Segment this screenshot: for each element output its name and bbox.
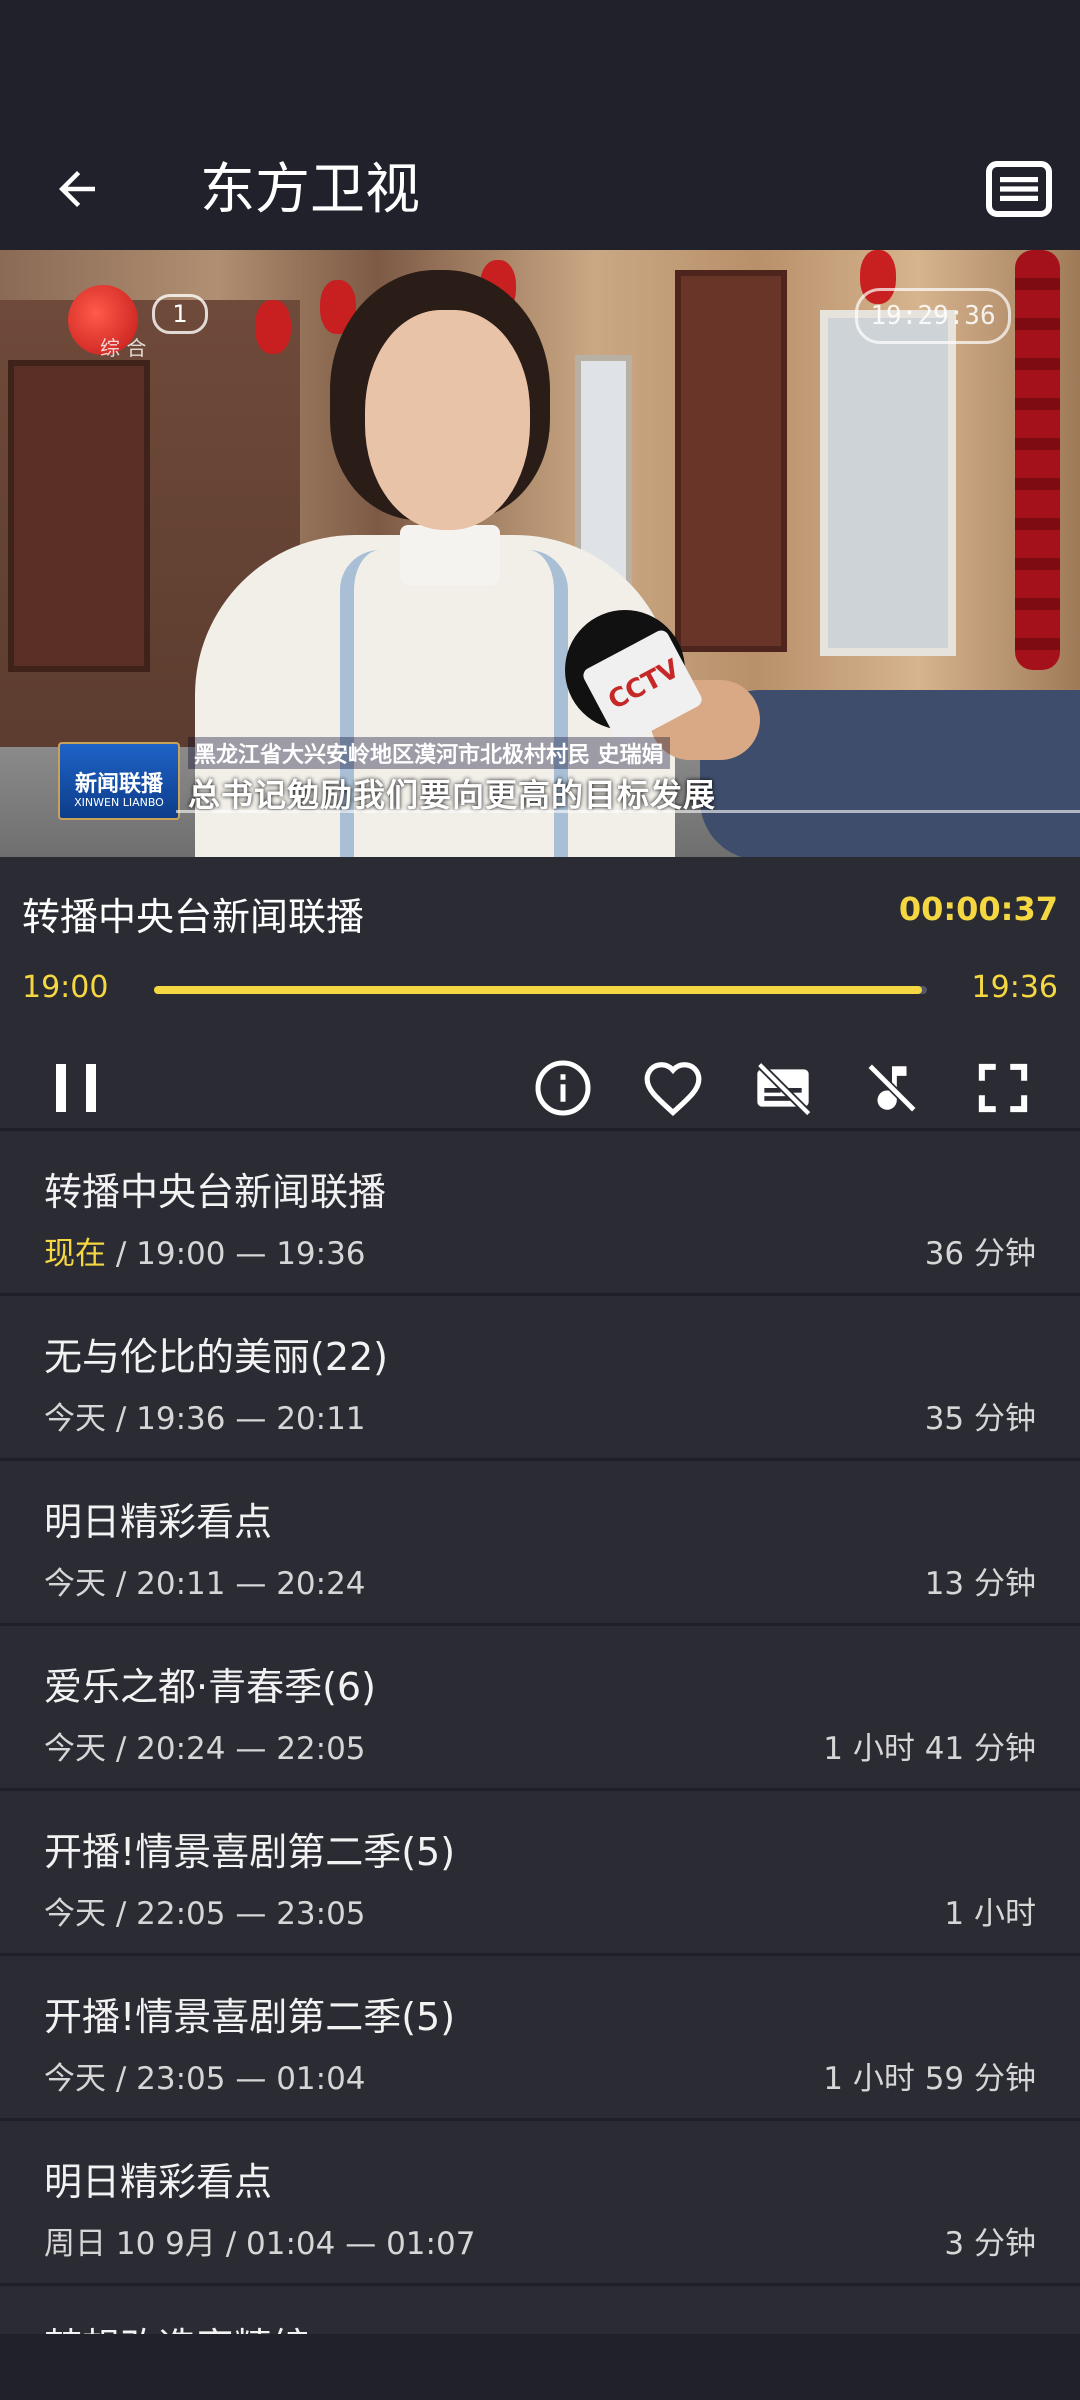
page-title: 东方卫视 [200, 157, 421, 221]
music-off-icon [867, 1063, 917, 1113]
list-item[interactable]: 明日精彩看点 周日 10 9月 / 01:04 — 01:07 3 分钟 [0, 2121, 1080, 2286]
program-duration: 3 分钟 [944, 2226, 1036, 2262]
info-icon [535, 1060, 591, 1116]
fullscreen-icon [978, 1063, 1028, 1113]
video-clock: 19:29:36 [855, 288, 1011, 344]
program-time: 周日 10 9月 / 01:04 — 01:07 [44, 2226, 476, 2262]
progress-bar[interactable] [154, 986, 927, 994]
audio-track-button[interactable] [844, 1040, 940, 1136]
status-bar [0, 0, 1080, 128]
subtitles-off-icon [756, 1061, 812, 1116]
list-item[interactable]: 无与伦比的美丽(22) 今天 / 19:36 — 20:11 35 分钟 [0, 1296, 1080, 1461]
program-title: 无与伦比的美丽(22) [44, 1335, 389, 1379]
list-item[interactable]: 开播!情景喜剧第二季(5) 今天 / 23:05 — 01:04 1 小时 59… [0, 1956, 1080, 2121]
arrow-back-icon [59, 171, 95, 207]
heart-icon [644, 1062, 702, 1117]
program-title: 转播中央台新闻联播 [44, 1170, 387, 1214]
program-title: 开播!情景喜剧第二季(5) [44, 1830, 456, 1874]
playback-controls [0, 1040, 1080, 1140]
info-button[interactable] [515, 1040, 611, 1136]
list-item[interactable]: 明日精彩看点 今天 / 20:11 — 20:24 13 分钟 [0, 1461, 1080, 1626]
pause-icon [56, 1064, 96, 1112]
list-icon [986, 161, 1052, 217]
program-time: 今天 / 19:36 — 20:11 [44, 1401, 366, 1437]
program-duration: 13 分钟 [924, 1566, 1036, 1602]
program-title: 爱乐之都·青春季(6) [44, 1665, 376, 1709]
list-item[interactable]: 爱乐之都·青春季(6) 今天 / 20:24 — 22:05 1 小时 41 分… [0, 1626, 1080, 1791]
program-time: 今天 / 22:05 — 23:05 [44, 1896, 366, 1932]
program-time: 今天 / 20:24 — 22:05 [44, 1731, 366, 1767]
list-item[interactable]: 梦想改造家精编 [0, 2286, 1080, 2334]
program-duration: 35 分钟 [924, 1401, 1036, 1437]
program-duration: 1 小时 [944, 1896, 1036, 1932]
program-duration: 1 小时 59 分钟 [823, 2061, 1036, 2097]
program-title: 开播!情景喜剧第二季(5) [44, 1995, 456, 2039]
program-title: 梦想改造家精编 [44, 2316, 310, 2334]
video-player[interactable]: CCTV 1 综 合 19:29:36 新闻联播 XINWEN LIANBO 黑… [0, 250, 1080, 857]
list-item[interactable]: 转播中央台新闻联播 现在 / 19:00 — 19:36 36 分钟 [0, 1131, 1080, 1296]
caption-speaker: 黑龙江省大兴安岭地区漠河市北极村村民 史瑞娟 [188, 737, 670, 769]
back-button[interactable] [34, 146, 120, 232]
channel-number-badge: 1 [152, 294, 208, 334]
program-time: 今天 / 20:11 — 20:24 [44, 1566, 366, 1602]
schedule-list[interactable]: 转播中央台新闻联播 现在 / 19:00 — 19:36 36 分钟 无与伦比的… [0, 1131, 1080, 2334]
program-guide-button[interactable] [976, 146, 1062, 232]
fullscreen-button[interactable] [955, 1040, 1051, 1136]
program-duration: 1 小时 41 分钟 [823, 1731, 1036, 1767]
program-duration: 36 分钟 [924, 1236, 1036, 1272]
pause-button[interactable] [28, 1040, 124, 1136]
list-item[interactable]: 开播!情景喜剧第二季(5) 今天 / 22:05 — 23:05 1 小时 [0, 1791, 1080, 1956]
program-time: 现在 / 19:00 — 19:36 [44, 1236, 366, 1272]
program-time: 今天 / 23:05 — 01:04 [44, 2061, 366, 2097]
elapsed-time: 00:00:37 [898, 890, 1058, 928]
channel-label: 综 合 [100, 336, 147, 360]
progress-fill [154, 986, 923, 994]
favorite-button[interactable] [625, 1040, 721, 1136]
app-bar: 东方卫视 [0, 128, 1080, 250]
news-logo: 新闻联播 XINWEN LIANBO [58, 742, 180, 820]
program-start-time: 19:00 [22, 970, 109, 1005]
now-playing-title: 转播中央台新闻联播 [22, 895, 365, 939]
program-title: 明日精彩看点 [44, 1500, 273, 1544]
program-end-time: 19:36 [971, 970, 1058, 1005]
navigation-bar [0, 2334, 1080, 2400]
subtitles-toggle-button[interactable] [735, 1040, 831, 1136]
program-title: 明日精彩看点 [44, 2160, 273, 2204]
